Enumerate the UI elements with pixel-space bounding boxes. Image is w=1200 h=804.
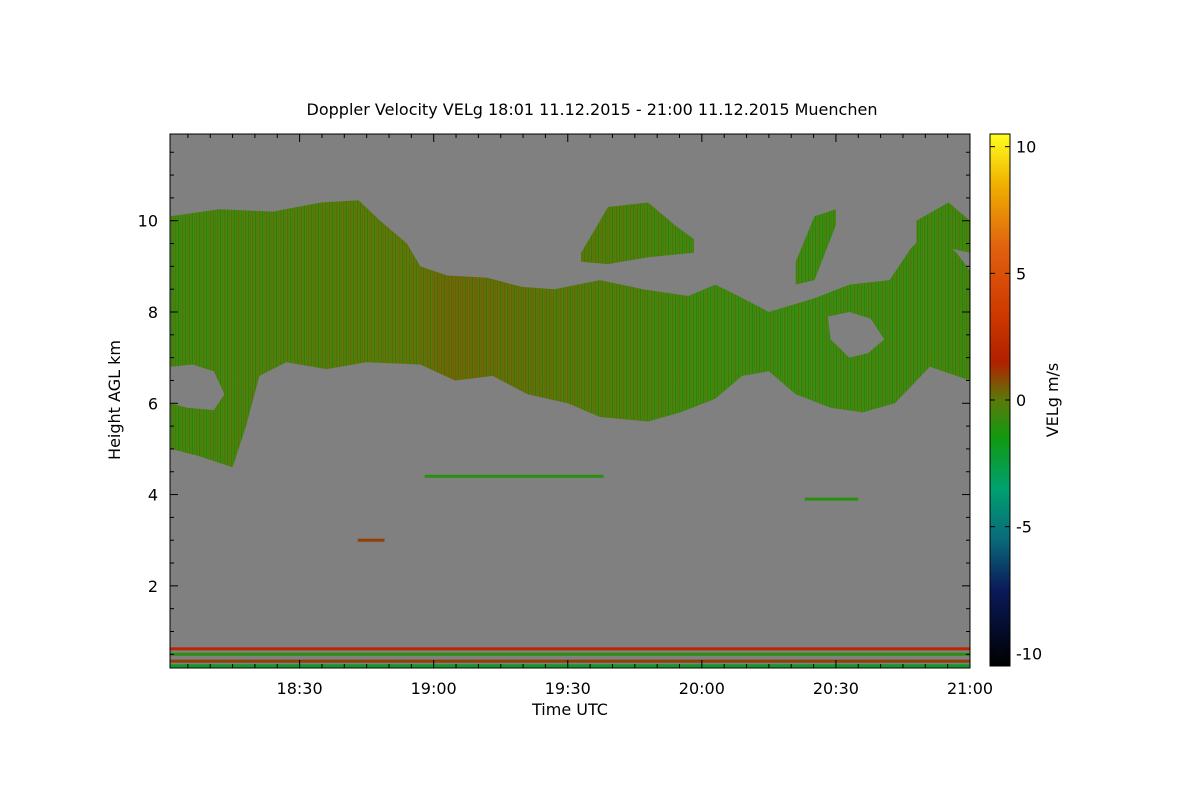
colorbar-tick-label: -10 xyxy=(1016,644,1042,663)
colorbar-tick-label: 10 xyxy=(1016,138,1036,157)
velocity-streak xyxy=(357,538,385,542)
y-tick-label: 6 xyxy=(148,394,158,413)
velocity-streak xyxy=(424,474,604,478)
colorbar-tick-label: 5 xyxy=(1016,264,1026,283)
plot-content xyxy=(170,134,970,668)
y-tick-label: 4 xyxy=(148,486,158,505)
y-tick-label: 2 xyxy=(148,577,158,596)
x-tick-label: 20:00 xyxy=(679,679,725,698)
colorbar: -10 -5 0 5 10 xyxy=(989,133,1042,667)
x-tick-label: 18:30 xyxy=(277,679,323,698)
doppler-velocity-chart: Doppler Velocity VELg 18:01 11.12.2015 -… xyxy=(105,100,1062,719)
colorbar-label: VELg m/s xyxy=(1043,363,1062,438)
x-tick-label: 20:30 xyxy=(813,679,859,698)
velocity-streak xyxy=(170,647,970,651)
chart-root: Doppler Velocity VELg 18:01 11.12.2015 -… xyxy=(0,0,1200,800)
y-tick-label: 10 xyxy=(138,212,158,231)
x-tick-label: 19:00 xyxy=(411,679,457,698)
colorbar-tick-label: -5 xyxy=(1016,518,1032,537)
chart-title: Doppler Velocity VELg 18:01 11.12.2015 -… xyxy=(307,100,878,119)
velocity-streak xyxy=(170,664,970,668)
x-axis-label: Time UTC xyxy=(531,700,608,719)
plot-area xyxy=(170,134,970,668)
x-tick-label: 21:00 xyxy=(947,679,993,698)
x-tick-label: 19:30 xyxy=(545,679,591,698)
velocity-streak xyxy=(170,659,970,663)
y-axis-label: Height AGL km xyxy=(105,340,124,460)
y-tick-label: 8 xyxy=(148,303,158,322)
velocity-streak xyxy=(170,652,970,656)
colorbar-tick-label: 0 xyxy=(1016,391,1026,410)
velocity-streak xyxy=(804,497,859,501)
